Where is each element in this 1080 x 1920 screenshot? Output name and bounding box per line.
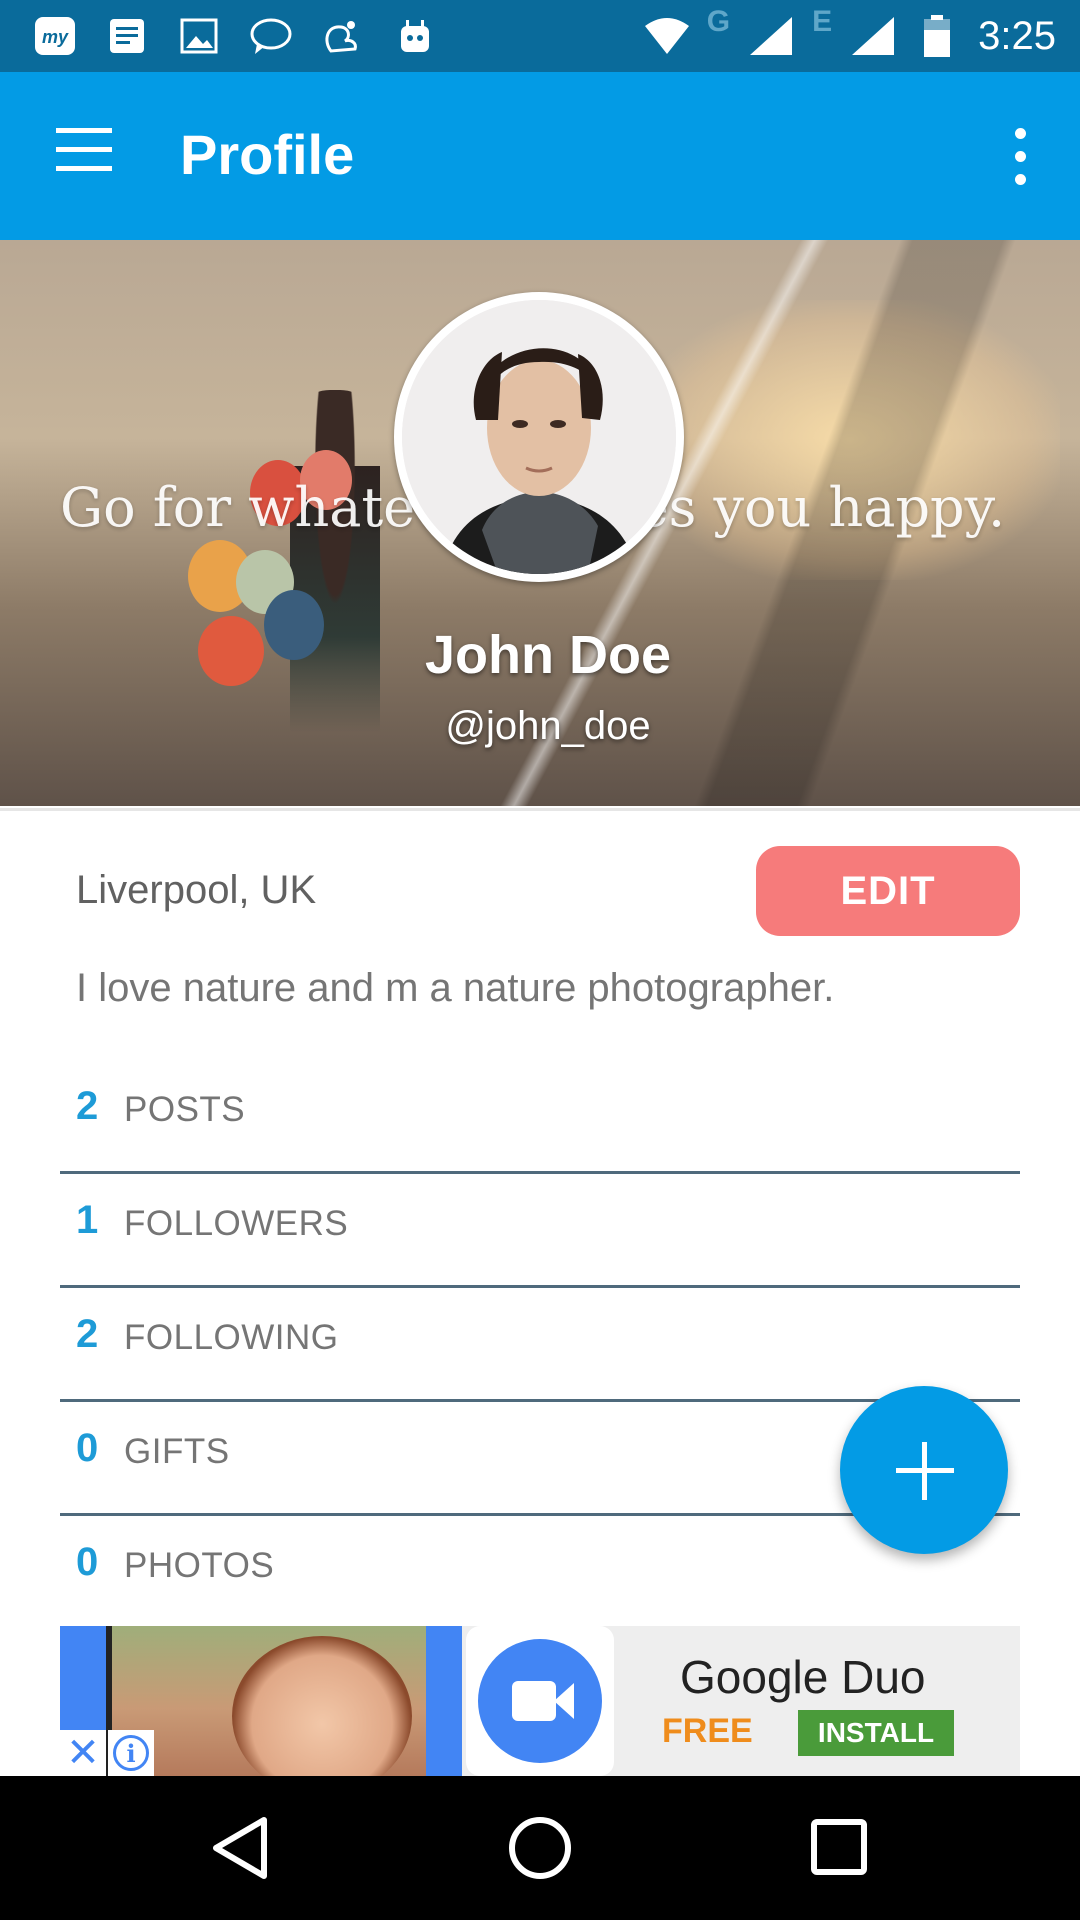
network-type-2: E (812, 5, 833, 38)
clock: 3:25 (978, 13, 1056, 58)
avatar (402, 300, 676, 574)
google-duo-icon (466, 1626, 614, 1776)
signal-icon-1 (748, 14, 794, 58)
my-app-icon: my (32, 14, 78, 58)
info-icon: i (113, 1735, 149, 1771)
stat-count: 2 (76, 1084, 99, 1128)
app-bar: Profile (0, 72, 1080, 240)
more-vert-icon (1000, 128, 1040, 185)
chat-icon (248, 14, 294, 58)
back-icon (213, 1817, 267, 1879)
recents-button[interactable] (804, 1812, 876, 1884)
stat-following[interactable]: 2 FOLLOWING (60, 1288, 1020, 1402)
stat-count: 1 (76, 1198, 99, 1242)
network-type-1: G (706, 5, 731, 38)
svg-text:my: my (42, 27, 69, 47)
hamburger-icon (48, 128, 118, 171)
menu-button[interactable] (48, 128, 118, 188)
location-text: Liverpool, UK (76, 868, 317, 912)
overflow-menu-button[interactable] (1000, 128, 1040, 198)
ad-price: FREE (662, 1712, 753, 1750)
ad-install-button[interactable]: INSTALL (798, 1710, 954, 1756)
close-icon: ✕ (66, 1731, 100, 1775)
stat-count: 2 (76, 1312, 99, 1356)
ad-banner[interactable]: Google Duo FREE INSTALL ✕ i (60, 1626, 1020, 1776)
stat-label: FOLLOWERS (124, 1204, 349, 1243)
profile-avatar[interactable] (394, 292, 684, 582)
edit-button[interactable]: EDIT (756, 846, 1020, 936)
stat-label: POSTS (124, 1090, 246, 1129)
profile-handle: @john_doe (445, 704, 651, 748)
status-bar: my G E 3:25 (0, 0, 1080, 72)
back-button[interactable] (206, 1812, 278, 1884)
page-title: Profile (180, 123, 355, 186)
stat-label: FOLLOWING (124, 1318, 339, 1357)
ad-face (232, 1636, 412, 1776)
stat-posts[interactable]: 2 POSTS (60, 1060, 1020, 1174)
ad-accent (426, 1626, 462, 1776)
uc-browser-icon (320, 14, 366, 58)
stats-list: 2 POSTS 1 FOLLOWERS 2 FOLLOWING 0 GIFTS … (60, 1060, 1020, 1630)
add-fab-button[interactable] (840, 1386, 1008, 1554)
divider (0, 808, 1080, 811)
signal-icon-2 (850, 14, 896, 58)
profile-name: John Doe (424, 625, 671, 685)
stat-count: 0 (76, 1540, 99, 1584)
home-icon (509, 1817, 571, 1879)
recents-icon (811, 1819, 867, 1875)
ad-image[interactable] (106, 1626, 432, 1776)
ad-info-button[interactable]: i (108, 1730, 154, 1776)
notes-icon (104, 14, 150, 58)
notification-icons: my (32, 14, 438, 58)
home-button[interactable] (504, 1812, 576, 1884)
stat-count: 0 (76, 1426, 99, 1470)
stat-label: GIFTS (124, 1432, 230, 1471)
bio-text: I love nature and m a nature photographe… (76, 966, 835, 1010)
battery-icon (914, 14, 960, 58)
ad-close-button[interactable]: ✕ (60, 1730, 106, 1776)
navigation-bar (0, 1776, 1080, 1920)
stat-followers[interactable]: 1 FOLLOWERS (60, 1174, 1020, 1288)
android-icon (392, 14, 438, 58)
ad-title: Google Duo (680, 1651, 926, 1703)
wifi-icon (643, 14, 689, 58)
gallery-icon (176, 14, 222, 58)
stat-label: PHOTOS (124, 1546, 275, 1585)
system-status: G E 3:25 (643, 0, 1056, 72)
